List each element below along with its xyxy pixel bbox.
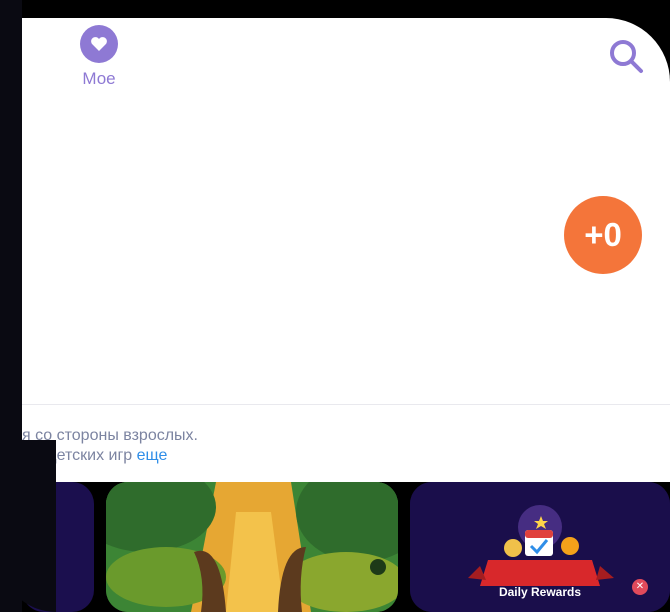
more-link[interactable]: еще bbox=[137, 447, 168, 464]
device-corner bbox=[0, 440, 56, 612]
plus-counter-badge[interactable]: +0 bbox=[564, 196, 642, 274]
game-tile-daily-rewards[interactable]: Daily Rewards ✕ bbox=[410, 482, 670, 612]
forest-illustration bbox=[106, 482, 398, 612]
close-icon[interactable]: ✕ bbox=[634, 581, 646, 593]
nav-item-moe-label: Мое bbox=[82, 69, 116, 88]
app-screen: Мое +0 я со стороны взрослых. ды детских… bbox=[22, 18, 670, 612]
daily-rewards-label: Daily Rewards bbox=[498, 585, 582, 599]
nav-item-moe[interactable]: Мое bbox=[78, 25, 120, 89]
divider bbox=[22, 404, 670, 405]
search-icon[interactable] bbox=[606, 36, 646, 76]
game-tile-2[interactable] bbox=[106, 482, 398, 612]
game-tiles-row: Daily Rewards ✕ bbox=[22, 482, 670, 612]
heart-icon bbox=[80, 25, 118, 63]
